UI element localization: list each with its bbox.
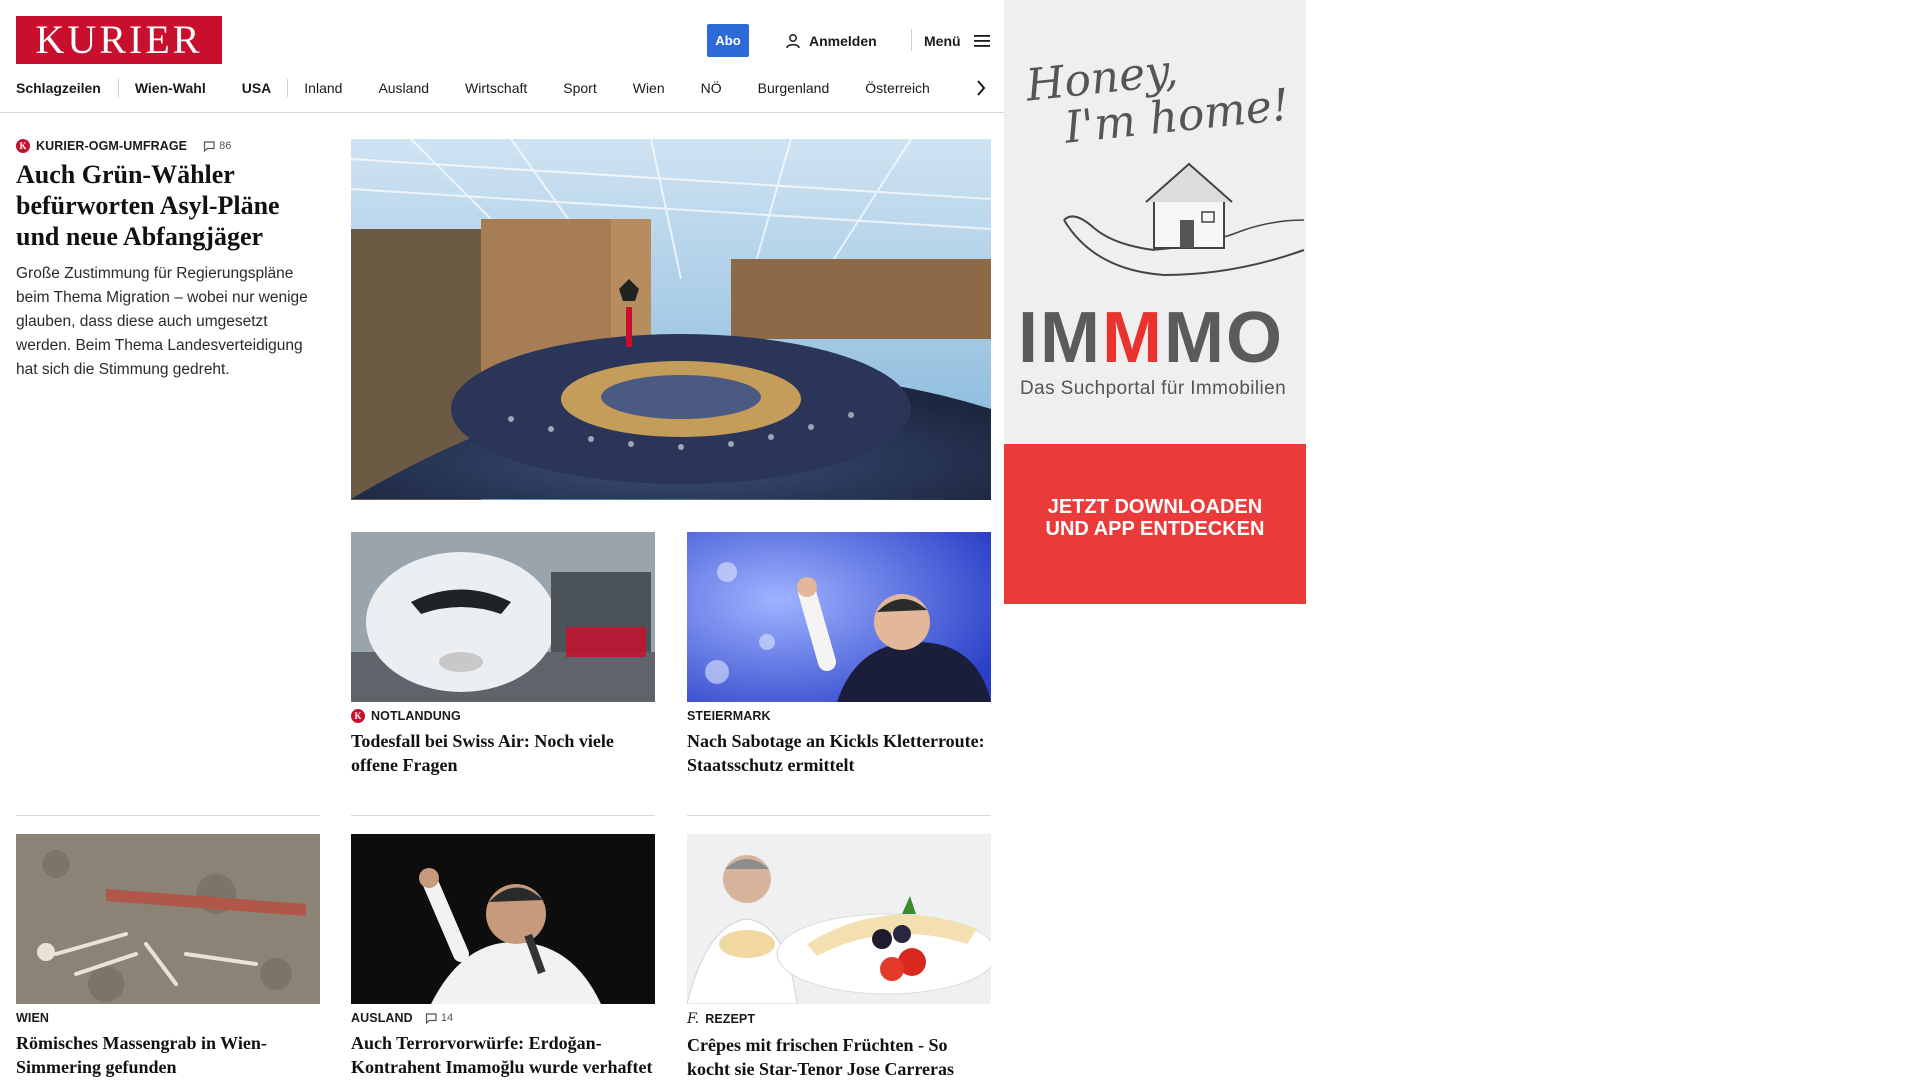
card-headline[interactable]: Römisches Massengrab in Wien-Simmering g… — [16, 1031, 318, 1079]
nav-item-wien-wahl[interactable]: Wien-Wahl — [135, 80, 206, 96]
article-card[interactable]: WIEN Römisches Massengrab in Wien-Simmer… — [16, 1011, 318, 1079]
parliament-photo[interactable] — [351, 139, 991, 500]
lead-kicker-label: KURIER-OGM-UMFRAGE — [36, 139, 188, 153]
crepes-illustration — [687, 834, 991, 1004]
article-card[interactable]: f. REZEPT Crêpes mit frischen Früchten -… — [687, 1011, 989, 1080]
mass-grave-photo[interactable] — [16, 834, 320, 1004]
card-kicker: AUSLAND 14 — [351, 1011, 653, 1025]
comment-icon — [203, 140, 215, 152]
nav-item-noe[interactable]: NÖ — [701, 80, 722, 96]
card-kicker: K NOTLANDUNG — [351, 709, 653, 723]
article-card[interactable]: AUSLAND 14 Auch Terrorvorwürfe: Erdoğan-… — [351, 1011, 653, 1079]
kurier-logo[interactable]: KURIER — [16, 16, 222, 64]
house-in-hand-icon — [1063, 162, 1305, 277]
nav-item-burgenland[interactable]: Burgenland — [758, 80, 830, 96]
nav-item-usa[interactable]: USA — [242, 80, 272, 96]
card-kicker-label: NOTLANDUNG — [371, 709, 461, 723]
excavation-illustration — [16, 834, 320, 1004]
ad-subline: Das Suchportal für Immobilien — [1020, 378, 1287, 399]
nav-divider — [287, 79, 289, 97]
nav-item-sport[interactable]: Sport — [563, 80, 596, 96]
card-headline[interactable]: Nach Sabotage an Kickls Kletterroute: St… — [687, 729, 989, 777]
nav-divider — [117, 79, 119, 97]
user-icon — [786, 34, 800, 49]
nav-item-wien[interactable]: Wien — [633, 80, 665, 96]
card-kicker-label: WIEN — [16, 1011, 50, 1025]
ad-cta-label: JETZT DOWNLOADEN UND APP ENTDECKEN — [1045, 496, 1265, 540]
card-divider — [16, 815, 320, 816]
lead-kicker: K KURIER-OGM-UMFRAGE 86 — [16, 139, 316, 153]
ad-tagline: Honey, I'm home! — [1024, 37, 1292, 156]
orator-illustration — [351, 834, 655, 1004]
imamoglu-speech-photo[interactable] — [351, 834, 655, 1004]
kurier-site: KURIER Abo Anmelden Menü Schlagzeilen Wi… — [0, 0, 1004, 1080]
ad-brand-part2: M — [1101, 298, 1164, 378]
lead-headline[interactable]: Auch Grün-Wähler befürworten Asyl-Pläne … — [16, 159, 316, 252]
kurier-plus-icon: K — [351, 709, 365, 723]
lead-teaser: Große Zustimmung für Regierungspläne bei… — [16, 265, 308, 378]
card-divider — [351, 815, 655, 816]
ad-brand-part1: IM — [1018, 298, 1102, 378]
ad-brand-part3: MO — [1163, 298, 1284, 378]
kurier-plus-icon: K — [16, 139, 30, 153]
card-headline[interactable]: Crêpes mit frischen Früchten - So kocht … — [687, 1033, 989, 1080]
card-kicker-label: REZEPT — [705, 1012, 756, 1026]
comment-count-value: 14 — [440, 1012, 454, 1024]
parliament-illustration — [351, 139, 991, 500]
card-kicker: f. REZEPT — [687, 1011, 989, 1027]
nav-item-schlagzeilen[interactable]: Schlagzeilen — [16, 80, 101, 96]
crepes-photo[interactable] — [687, 834, 991, 1004]
immmo-advertisement[interactable]: Honey, I'm home! IMMMO Das Suchportal fü… — [1004, 0, 1306, 604]
article-card[interactable]: K NOTLANDUNG Todesfall bei Swiss Air: No… — [351, 709, 653, 777]
hamburger-icon — [973, 35, 990, 47]
card-headline[interactable]: Auch Terrorvorwürfe: Erdoğan-Kontrahent … — [351, 1031, 653, 1079]
card-kicker-label: STEIERMARK — [687, 709, 771, 723]
article-card[interactable]: STEIERMARK Nach Sabotage an Kickls Klett… — [687, 709, 989, 777]
card-divider — [687, 815, 991, 816]
nav-item-inland[interactable]: Inland — [304, 80, 342, 96]
card-kicker: STEIERMARK — [687, 709, 989, 723]
swiss-air-plane-photo[interactable] — [351, 532, 655, 702]
nav-item-ausland[interactable]: Ausland — [378, 80, 429, 96]
card-headline[interactable]: Todesfall bei Swiss Air: Noch viele offe… — [351, 729, 653, 777]
nav-scroll-right-button[interactable] — [970, 76, 992, 100]
plane-illustration — [351, 532, 655, 702]
ad-brand-logo: IMMMO — [1018, 302, 1284, 374]
nav-item-oesterreich[interactable]: Österreich — [865, 80, 930, 96]
recipe-icon: f. — [687, 1011, 700, 1027]
nav-item-wirtschaft[interactable]: Wirtschaft — [465, 80, 527, 96]
header-divider — [911, 29, 912, 51]
comment-icon — [425, 1012, 437, 1024]
speaker-illustration — [687, 532, 991, 702]
comment-count[interactable]: 86 — [203, 140, 231, 152]
menu-button[interactable]: Menü — [924, 31, 991, 51]
header-divider-line — [0, 112, 1004, 113]
kickl-speech-photo[interactable] — [687, 532, 991, 702]
lead-article[interactable]: K KURIER-OGM-UMFRAGE 86 Auch Grün-Wähler… — [16, 139, 316, 382]
comment-count[interactable]: 14 — [425, 1012, 453, 1024]
chevron-right-icon — [977, 80, 986, 96]
comment-count-value: 86 — [219, 140, 232, 152]
card-kicker-label: AUSLAND — [351, 1011, 413, 1025]
login-label: Anmelden — [809, 33, 877, 49]
ad-download-button[interactable]: JETZT DOWNLOADEN UND APP ENTDECKEN — [1004, 444, 1306, 604]
login-button[interactable]: Anmelden — [785, 31, 877, 51]
section-nav: Schlagzeilen Wien-Wahl USA Inland Auslan… — [16, 78, 1001, 98]
menu-label: Menü — [924, 33, 961, 49]
card-kicker: WIEN — [16, 1011, 318, 1025]
abo-button[interactable]: Abo — [707, 24, 749, 57]
